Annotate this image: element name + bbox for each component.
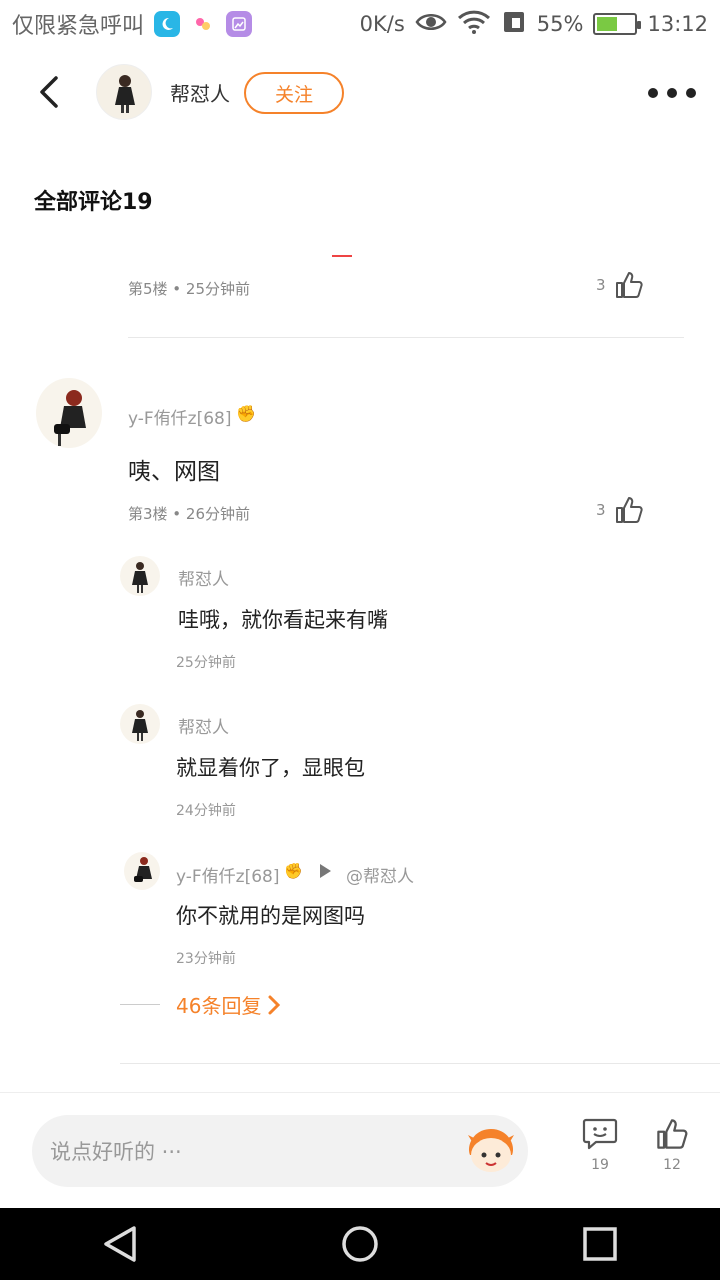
back-arrow-icon	[40, 76, 58, 108]
divider	[120, 1004, 160, 1005]
fist-emoji-icon: ✊	[284, 862, 303, 880]
reply-target[interactable]: @帮怼人	[346, 862, 414, 887]
author-name[interactable]: 帮怼人	[170, 78, 230, 107]
status-bar: 仅限紧急呼叫 0K/s 55% 13:12	[0, 0, 720, 48]
truncated-image-edge	[332, 255, 352, 257]
net-speed: 0K/s	[359, 12, 405, 36]
commenter-username[interactable]: y-F侑仟z[68]	[128, 404, 232, 429]
clock: 13:12	[647, 12, 708, 36]
mascot-emoji-icon[interactable]	[464, 1125, 518, 1175]
comment-count: 19	[591, 1157, 609, 1173]
system-nav-bar	[0, 1208, 720, 1280]
post-like-button[interactable]: 12	[650, 1117, 694, 1173]
like-count: 3	[596, 276, 606, 294]
floor-meta: 第3楼 • 26分钟前	[128, 505, 251, 523]
nav-home-icon[interactable]	[330, 1214, 390, 1274]
reply-avatar[interactable]	[124, 852, 160, 890]
chevron-right-icon	[268, 995, 281, 1014]
like-count: 3	[596, 501, 606, 519]
nav-back-icon[interactable]	[90, 1214, 150, 1274]
header: 帮怼人 关注	[0, 56, 720, 128]
thumb-up-icon	[615, 272, 643, 298]
like-count: 12	[663, 1157, 681, 1173]
game-app-icon	[190, 11, 217, 37]
battery-percentage: 55%	[536, 12, 584, 36]
reply-time: 24分钟前	[176, 803, 236, 819]
comment-input-bar: 说点好听的 ··· 19 12	[0, 1092, 720, 1208]
reply-avatar[interactable]	[120, 704, 160, 744]
reply-time: 25分钟前	[176, 655, 236, 671]
reply-time: 23分钟前	[176, 951, 236, 967]
floor-meta: 第5楼 • 25分钟前	[128, 280, 251, 298]
comment-text: 咦、网图	[128, 459, 220, 485]
reply-text: 你不就用的是网图吗	[176, 904, 365, 928]
comment-input-placeholder: 说点好听的 ···	[50, 1140, 182, 1164]
reply-username[interactable]: y-F侑仟z[68]	[176, 862, 280, 887]
gallery-app-icon	[226, 11, 253, 37]
divider	[128, 337, 684, 338]
author-avatar[interactable]	[96, 64, 152, 120]
comment-icon	[582, 1118, 618, 1150]
moon-app-icon	[154, 11, 181, 37]
back-button[interactable]	[28, 72, 68, 112]
divider	[120, 1063, 720, 1064]
like-button[interactable]: 3	[596, 270, 644, 300]
sim-card-icon	[501, 9, 527, 40]
fist-emoji-icon: ✊	[236, 404, 256, 423]
comment-input[interactable]: 说点好听的 ···	[32, 1115, 528, 1187]
eye-icon	[415, 11, 447, 38]
emergency-call-text: 仅限紧急呼叫	[12, 14, 145, 39]
reply-avatar[interactable]	[120, 556, 160, 596]
nav-recent-icon[interactable]	[570, 1214, 630, 1274]
follow-button[interactable]: 关注	[244, 72, 344, 114]
commenter-avatar[interactable]	[36, 378, 102, 448]
wifi-icon	[457, 10, 491, 39]
section-title: 全部评论19	[34, 190, 153, 215]
reply-text: 哇哦，就你看起来有嘴	[178, 608, 388, 632]
thumb-up-icon	[615, 497, 643, 523]
more-replies-label: 46条回复	[176, 994, 262, 1018]
battery-icon	[593, 13, 642, 35]
comment-count-button[interactable]: 19	[578, 1117, 622, 1173]
more-dots-icon[interactable]	[648, 78, 696, 108]
reply-arrow-icon	[318, 863, 332, 883]
reply-username[interactable]: 帮怼人	[178, 713, 229, 738]
reply-text: 就显着你了，显眼包	[176, 756, 365, 780]
reply-username[interactable]: 帮怼人	[178, 565, 229, 590]
like-button[interactable]: 3	[596, 495, 644, 525]
thumb-up-icon	[657, 1119, 688, 1149]
more-replies-link[interactable]: 46条回复	[120, 990, 281, 1019]
